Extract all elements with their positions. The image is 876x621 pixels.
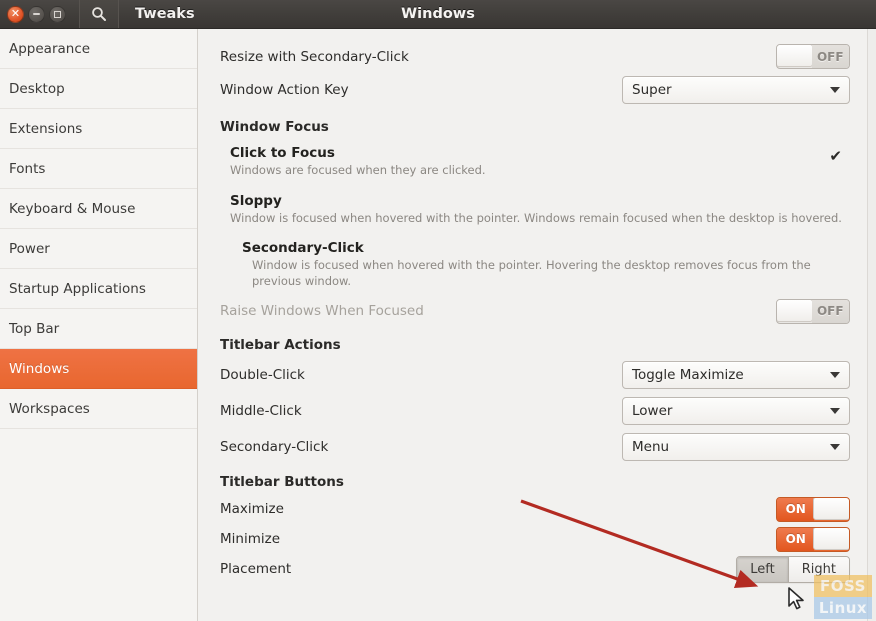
focus-option-click-to-focus[interactable]: Click to Focus Windows are focused when … bbox=[220, 139, 850, 181]
window-body: Appearance Desktop Extensions Fonts Keyb… bbox=[0, 29, 876, 621]
focus-option-desc: Windows are focused when they are clicke… bbox=[230, 163, 486, 177]
middle-click-dropdown[interactable]: Lower bbox=[622, 397, 850, 426]
sidebar-item-label: Fonts bbox=[9, 160, 46, 177]
maximize-icon bbox=[54, 10, 61, 18]
window-action-key-dropdown[interactable]: Super bbox=[622, 75, 850, 104]
sidebar-item-windows[interactable]: Windows bbox=[0, 349, 197, 389]
sidebar-item-workspaces[interactable]: Workspaces bbox=[0, 389, 197, 429]
sidebar-item-label: Keyboard & Mouse bbox=[9, 200, 136, 217]
watermark: FOSS Linux bbox=[814, 575, 872, 619]
row-maximize: Maximize ON bbox=[220, 494, 850, 524]
focus-option-desc: Window is focused when hovered with the … bbox=[252, 258, 811, 288]
row-raise-windows-when-focused: Raise Windows When Focused OFF bbox=[220, 291, 850, 331]
sidebar-item-label: Windows bbox=[9, 360, 70, 377]
title-bar: ✕ Tweaks Windows bbox=[0, 0, 876, 29]
sidebar: Appearance Desktop Extensions Fonts Keyb… bbox=[0, 29, 198, 621]
dropdown-value: Menu bbox=[632, 439, 670, 456]
toggle-knob bbox=[813, 527, 849, 550]
mouse-cursor bbox=[788, 587, 804, 610]
minimize-label: Minimize bbox=[220, 531, 280, 548]
watermark-line2: Linux bbox=[814, 597, 872, 619]
row-minimize: Minimize ON bbox=[220, 524, 850, 554]
sidebar-item-label: Appearance bbox=[9, 40, 91, 57]
sidebar-item-desktop[interactable]: Desktop bbox=[0, 69, 197, 109]
chevron-down-icon bbox=[830, 86, 840, 93]
row-window-action-key: Window Action Key Super bbox=[220, 72, 850, 107]
sidebar-item-label: Desktop bbox=[9, 80, 65, 97]
dropdown-value: Toggle Maximize bbox=[632, 367, 744, 384]
dropdown-value: Lower bbox=[632, 403, 673, 420]
resize-secondary-click-toggle[interactable]: OFF bbox=[776, 44, 850, 69]
toggle-knob bbox=[813, 497, 849, 520]
titlebar-buttons-heading: Titlebar Buttons bbox=[220, 474, 344, 491]
sidebar-item-label: Extensions bbox=[9, 120, 83, 137]
minimize-icon bbox=[33, 13, 40, 15]
chevron-down-icon bbox=[830, 372, 840, 379]
sidebar-item-label: Power bbox=[9, 240, 50, 257]
maximize-toggle[interactable]: ON bbox=[776, 496, 850, 522]
minimize-toggle[interactable]: ON bbox=[776, 526, 850, 552]
app-name: Tweaks bbox=[135, 6, 195, 22]
sidebar-item-keyboard-mouse[interactable]: Keyboard & Mouse bbox=[0, 189, 197, 229]
vertical-scrollbar[interactable] bbox=[867, 29, 876, 621]
secondary-click-dropdown[interactable]: Menu bbox=[622, 433, 850, 462]
row-resize-with-secondary-click: Resize with Secondary-Click OFF bbox=[220, 41, 850, 72]
settings-panel: Resize with Secondary-Click OFF Window A… bbox=[198, 29, 876, 621]
sidebar-item-label: Top Bar bbox=[9, 320, 60, 337]
focus-option-desc: Window is focused when hovered with the … bbox=[230, 210, 842, 225]
tweaks-window: ✕ Tweaks Windows Appearance Desktop Exte… bbox=[0, 0, 876, 621]
search-icon bbox=[92, 7, 106, 21]
row-placement: Placement Left Right bbox=[220, 554, 850, 584]
sidebar-item-startup-applications[interactable]: Startup Applications bbox=[0, 269, 197, 309]
close-icon: ✕ bbox=[10, 7, 21, 20]
search-button[interactable] bbox=[79, 0, 119, 28]
raise-windows-toggle[interactable]: OFF bbox=[776, 298, 850, 324]
sidebar-item-label: Workspaces bbox=[9, 400, 90, 417]
placement-option-left[interactable]: Left bbox=[737, 556, 789, 582]
titlebar-actions-heading: Titlebar Actions bbox=[220, 337, 341, 354]
toggle-knob bbox=[777, 45, 813, 67]
window-action-key-label: Window Action Key bbox=[220, 81, 349, 98]
placement-label: Placement bbox=[220, 561, 292, 578]
dropdown-value: Super bbox=[632, 81, 672, 98]
checkmark-icon: ✔ bbox=[829, 147, 842, 165]
sidebar-item-fonts[interactable]: Fonts bbox=[0, 149, 197, 189]
middle-click-label: Middle-Click bbox=[220, 403, 302, 420]
chevron-down-icon bbox=[830, 408, 840, 415]
focus-option-secondary-click[interactable]: Secondary-Click Window is focused when h… bbox=[220, 228, 850, 291]
row-middle-click: Middle-Click Lower bbox=[220, 393, 850, 429]
window-controls: ✕ bbox=[0, 5, 66, 23]
double-click-label: Double-Click bbox=[220, 367, 305, 384]
maximize-button[interactable] bbox=[49, 5, 66, 23]
toggle-knob bbox=[777, 299, 813, 322]
focus-option-sloppy[interactable]: Sloppy Window is focused when hovered wi… bbox=[220, 181, 850, 229]
row-secondary-click: Secondary-Click Menu bbox=[220, 429, 850, 465]
window-title: Windows bbox=[401, 6, 475, 22]
maximize-label: Maximize bbox=[220, 501, 284, 518]
resize-secondary-click-label: Resize with Secondary-Click bbox=[220, 48, 409, 65]
chevron-down-icon bbox=[830, 444, 840, 451]
sidebar-item-top-bar[interactable]: Top Bar bbox=[0, 309, 197, 349]
sidebar-item-appearance[interactable]: Appearance bbox=[0, 29, 197, 69]
raise-windows-label: Raise Windows When Focused bbox=[220, 303, 424, 320]
toggle-state-label: OFF bbox=[811, 299, 849, 323]
focus-option-title: Sloppy bbox=[230, 192, 282, 209]
focus-option-title: Click to Focus bbox=[230, 145, 335, 161]
window-focus-heading: Window Focus bbox=[220, 119, 329, 135]
sidebar-item-label: Startup Applications bbox=[9, 280, 146, 297]
toggle-state-label: ON bbox=[777, 497, 815, 521]
toggle-state-label: ON bbox=[777, 527, 815, 551]
minimize-button[interactable] bbox=[28, 5, 45, 23]
sidebar-item-power[interactable]: Power bbox=[0, 229, 197, 269]
secondary-click-label: Secondary-Click bbox=[220, 439, 329, 456]
sidebar-item-extensions[interactable]: Extensions bbox=[0, 109, 197, 149]
focus-option-title: Secondary-Click bbox=[242, 240, 364, 257]
watermark-line1: FOSS bbox=[814, 575, 872, 597]
toggle-state-label: OFF bbox=[811, 45, 849, 68]
double-click-dropdown[interactable]: Toggle Maximize bbox=[622, 361, 850, 390]
close-button[interactable]: ✕ bbox=[7, 5, 24, 23]
clipped-row-above bbox=[220, 29, 850, 41]
segment-label: Left bbox=[750, 561, 775, 577]
row-double-click: Double-Click Toggle Maximize bbox=[220, 357, 850, 393]
